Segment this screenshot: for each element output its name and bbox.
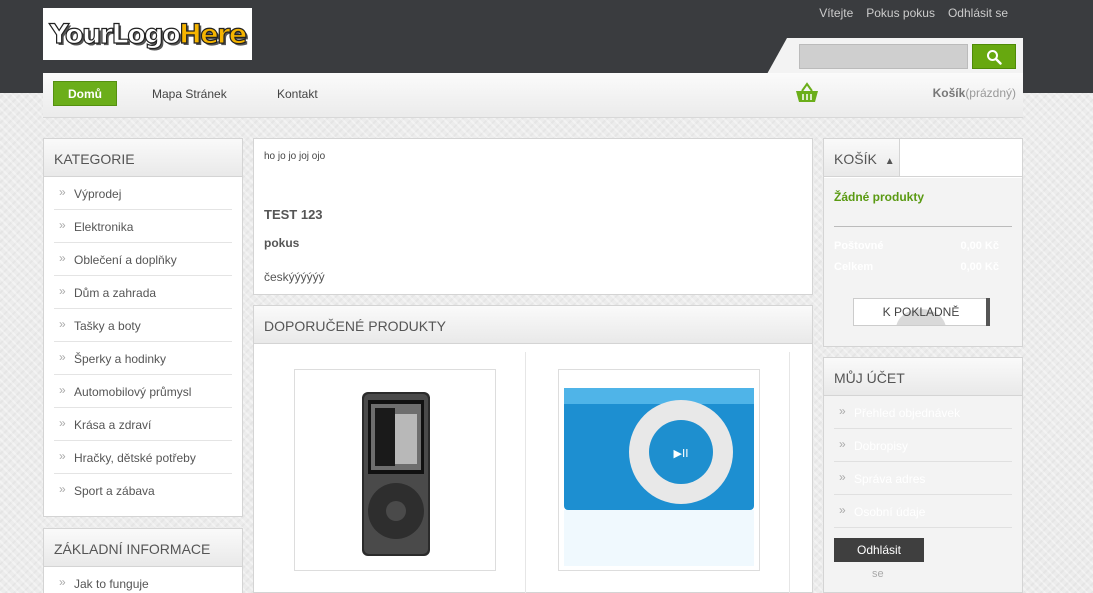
category-item[interactable]: Automobilový průmysl — [54, 375, 232, 408]
checkout-label: K POKLADNĚ — [882, 305, 960, 319]
top-links: Vítejte Pokus pokus Odhlásit se — [819, 6, 1008, 20]
cart-row-label: Poštovné — [834, 240, 884, 252]
search-button[interactable] — [972, 44, 1016, 69]
category-item[interactable]: Oblečení a doplňky — [54, 243, 232, 276]
nav-cart-summary[interactable]: Košík(prázdný) — [933, 86, 1016, 100]
ipod-shuffle-image: ▶II — [564, 388, 754, 566]
nav-cart-status: (prázdný) — [965, 86, 1016, 100]
ipod-nano-image — [362, 392, 430, 556]
account-list: Přehled objednávek Dobropisy Správa adre… — [824, 396, 1022, 528]
info-item[interactable]: Jak to funguje — [54, 567, 232, 593]
cart-header-bg: ? — [900, 139, 1022, 222]
category-item[interactable]: Výprodej — [54, 177, 232, 210]
category-list: Výprodej Elektronika Oblečení a doplňky … — [44, 177, 242, 507]
cart-tab[interactable]: KOŠÍK ▲ — [824, 139, 900, 177]
info-box: ZÁKLADNÍ INFORMACE Jak to funguje — [43, 528, 243, 593]
logout-link[interactable]: Odhlásit se — [948, 6, 1008, 20]
account-item-addresses[interactable]: Správa adres — [834, 462, 1012, 495]
account-item-orders[interactable]: Přehled objednávek — [834, 396, 1012, 429]
cart-row-value: 0,00 Kč — [960, 240, 999, 252]
product-card-ipod-shuffle[interactable]: ▶II — [558, 369, 760, 571]
account-item-credit-notes[interactable]: Dobropisy — [834, 429, 1012, 462]
category-item[interactable]: Sport a zábava — [54, 474, 232, 507]
category-item[interactable]: Elektronika — [54, 210, 232, 243]
category-item[interactable]: Tašky a boty — [54, 309, 232, 342]
product-divider — [789, 352, 790, 593]
category-item[interactable]: Šperky a hodinky — [54, 342, 232, 375]
nav-home-button[interactable]: Domů — [53, 81, 117, 106]
cart-empty-text: Žádné produkty — [834, 190, 925, 204]
main-nav: Domů Mapa Stránek Kontakt Košík(prázdný) — [43, 73, 1023, 118]
user-link[interactable]: Pokus pokus — [866, 6, 935, 20]
account-box: MŮJ ÚČET Přehled objednávek Dobropisy Sp… — [823, 357, 1023, 593]
site-logo[interactable]: YourLogo Here — [43, 8, 252, 60]
cart-row-value: 0,00 Kč — [960, 261, 999, 273]
nav-sitemap-link[interactable]: Mapa Stránek — [152, 87, 227, 101]
info-list: Jak to funguje — [44, 567, 242, 593]
checkout-button[interactable]: K POKLADNĚ — [853, 298, 989, 326]
welcome-link[interactable]: Vítejte — [819, 6, 853, 20]
categories-box: KATEGORIE Výprodej Elektronika Oblečení … — [43, 138, 243, 517]
cart-row-shipping: Poštovné 0,00 Kč — [834, 240, 999, 252]
info-title: ZÁKLADNÍ INFORMACE — [44, 529, 242, 567]
account-title: MŮJ ÚČET — [824, 358, 1022, 396]
logo-text-part2: Here — [179, 18, 248, 50]
account-item-personal[interactable]: Osobní údaje — [834, 495, 1012, 528]
featured-title: DOPORUČENÉ PRODUKTY — [254, 306, 812, 344]
logout-button[interactable]: Odhlásit — [834, 538, 924, 562]
category-item[interactable]: Hračky, dětské potřeby — [54, 441, 232, 474]
content-text: českýýýýýý — [264, 270, 325, 284]
search-icon — [987, 49, 1002, 65]
content-bold-text: pokus — [264, 236, 300, 250]
category-item[interactable]: Dům a zahrada — [54, 276, 232, 309]
nav-cart-label: Košík — [932, 86, 966, 100]
nav-contact-link[interactable]: Kontakt — [277, 87, 318, 101]
caret-up-icon: ▲ — [884, 156, 895, 167]
product-divider — [525, 352, 526, 593]
content-box: ho jo jo joj ojo TEST 123 pokus českýýýý… — [253, 138, 813, 295]
cart-divider — [834, 226, 1012, 227]
logout-suffix: se — [872, 568, 884, 580]
product-card-ipod-nano[interactable] — [294, 369, 496, 571]
checkout-edge — [986, 298, 990, 326]
cart-row-total: Celkem 0,00 Kč — [834, 261, 999, 273]
content-heading: TEST 123 — [264, 207, 323, 222]
basket-icon[interactable] — [794, 82, 820, 104]
cart-row-label: Celkem — [834, 261, 874, 273]
logo-text-part1: YourLogo — [49, 18, 181, 50]
cart-body: Žádné produkty Poštovné 0,00 Kč Celkem 0… — [824, 178, 1022, 346]
search-input[interactable] — [799, 44, 968, 69]
categories-title: KATEGORIE — [44, 139, 242, 177]
content-line: ho jo jo joj ojo — [264, 151, 326, 162]
cart-title: KOŠÍK — [834, 151, 877, 167]
category-item[interactable]: Krása a zdraví — [54, 408, 232, 441]
svg-text:▶II: ▶II — [674, 447, 689, 460]
cart-box: ? KOŠÍK ▲ Žádné produkty Poštovné 0,00 K… — [823, 138, 1023, 347]
